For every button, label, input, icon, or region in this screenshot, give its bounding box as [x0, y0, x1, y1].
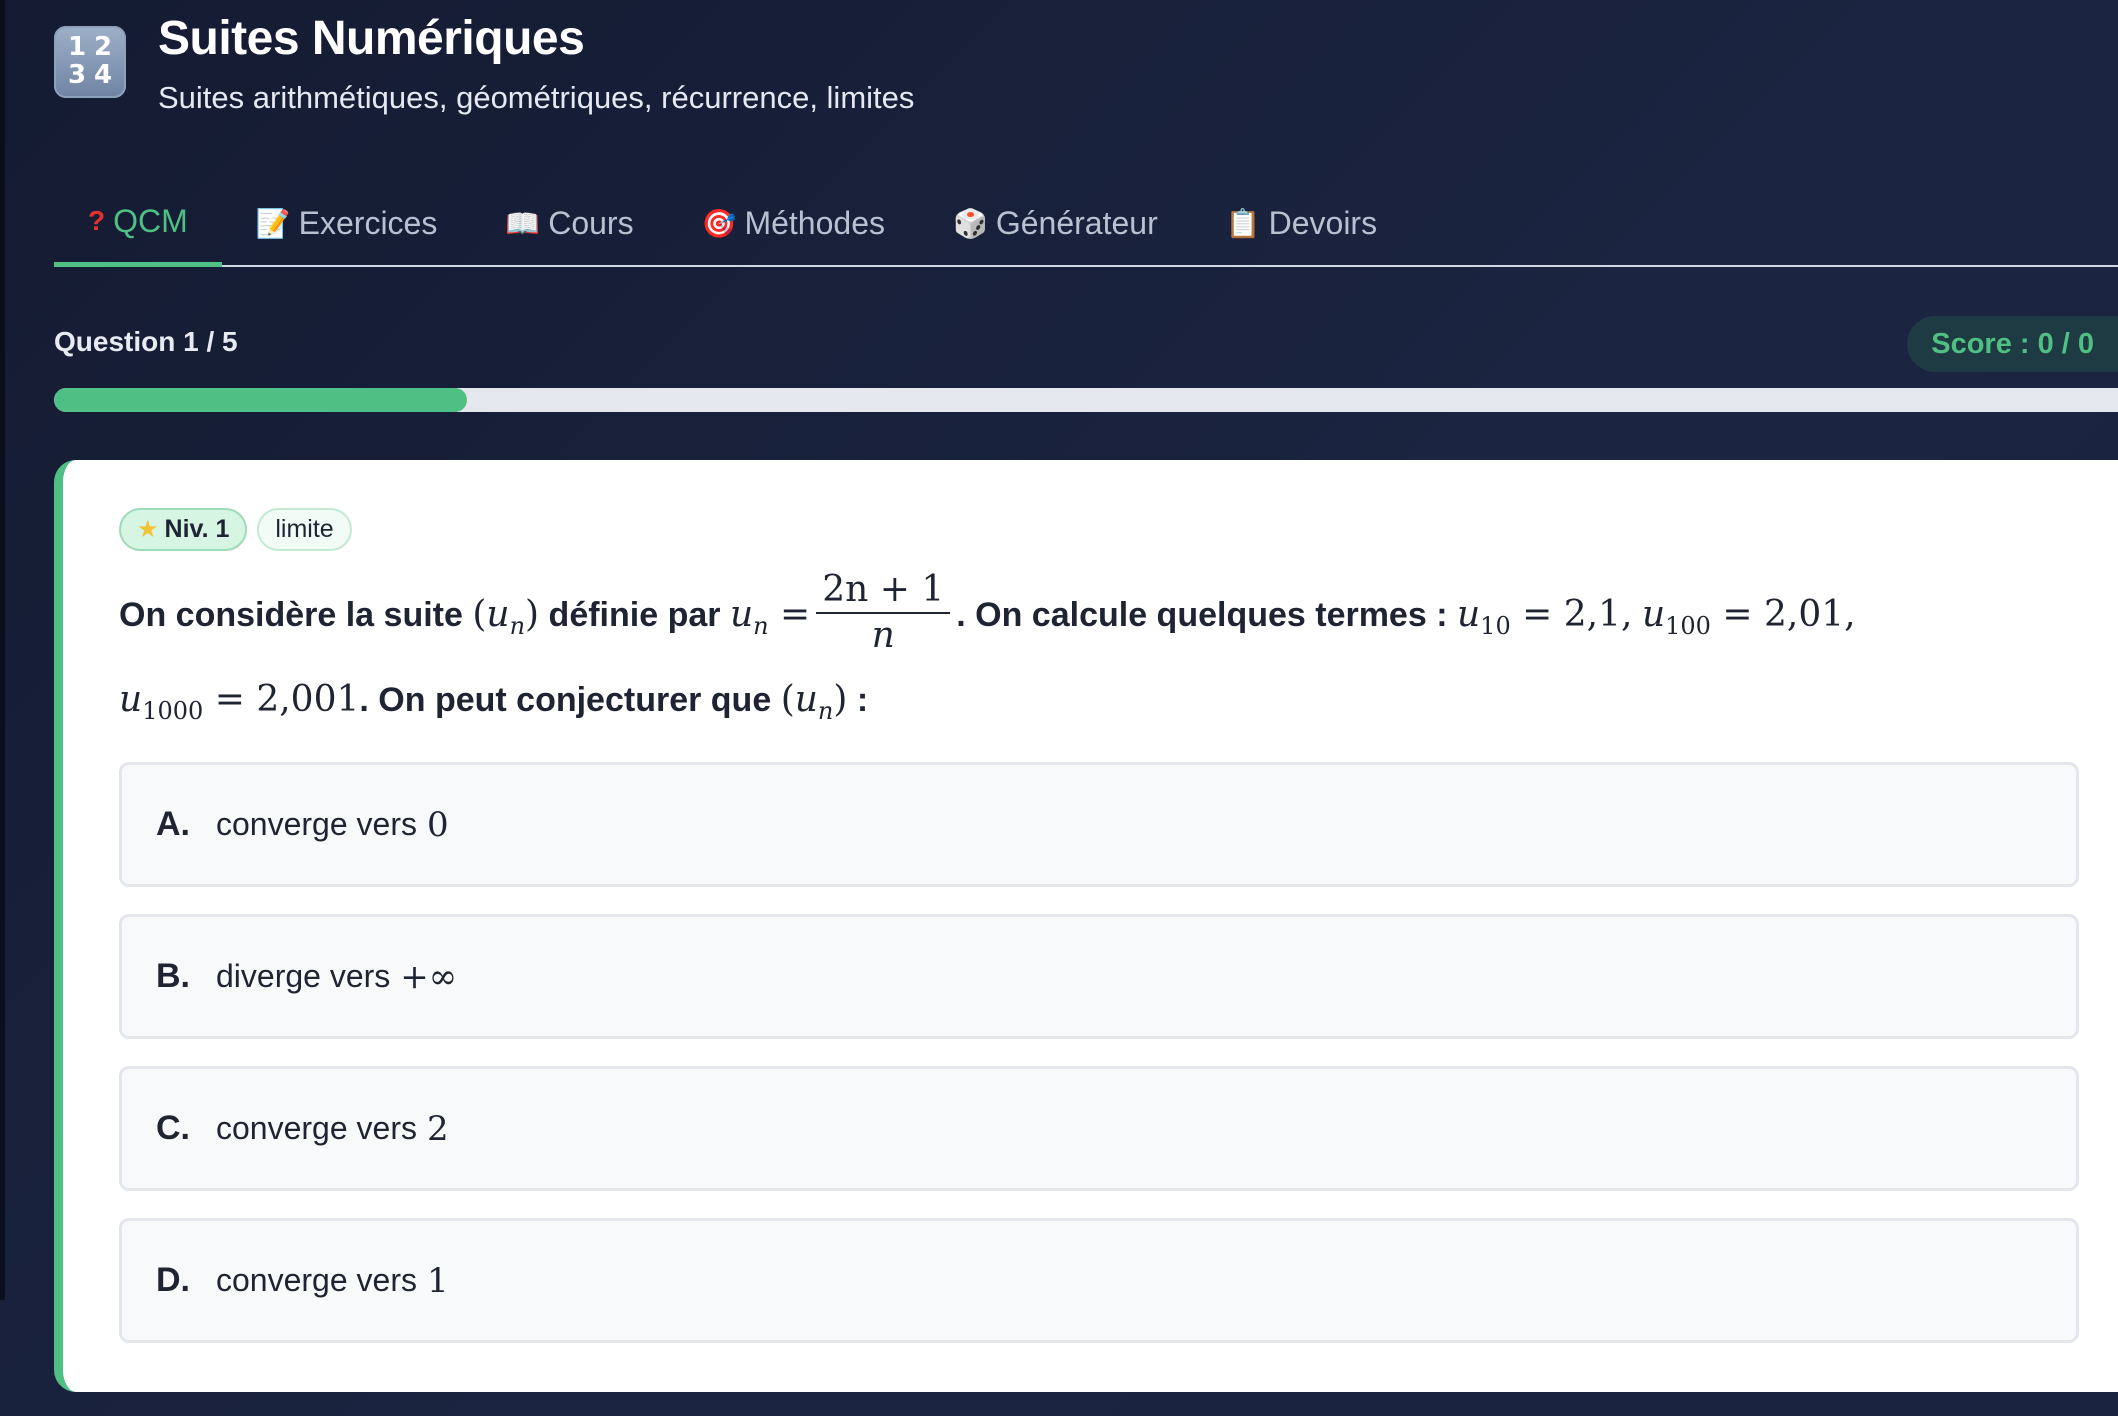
math-sequence: (un) [472, 593, 540, 640]
tab-bar: ? QCM 📝 Exercices 📖 Cours 🎯 Méthodes 🎲 G… [54, 180, 2118, 267]
book-icon: 📖 [505, 208, 541, 239]
score-value: 0 / 0 [2037, 327, 2094, 360]
option-d[interactable]: D. converge vers 1 [119, 1218, 2079, 1343]
option-math: 0 [426, 804, 449, 845]
question-badges: ★ Niv. 1 limite [119, 508, 352, 551]
option-letter: B. [156, 957, 190, 995]
window-edge [0, 0, 5, 1300]
math-u100: u100 = 2,01, [1641, 593, 1856, 640]
level-label: Niv. 1 [164, 515, 230, 543]
icon-digit: 4 [93, 60, 113, 90]
option-letter: D. [156, 1261, 190, 1299]
icon-digit: 3 [67, 60, 87, 90]
numbers-icon: 1 2 3 4 [54, 26, 126, 98]
progress-fill [54, 388, 467, 412]
option-text: diverge vers [216, 958, 391, 994]
option-math: 1 [426, 1260, 449, 1301]
term-value: 2,01 [1764, 593, 1845, 635]
question-text-part: définie par [548, 595, 721, 634]
math-u1000: u1000 = 2,001 [119, 679, 360, 725]
star-icon: ★ [137, 516, 159, 543]
tab-exercices[interactable]: 📝 Exercices [222, 180, 472, 267]
question-text: On considère la suite (un) définie par u… [119, 569, 2079, 738]
option-letter: A. [156, 805, 190, 843]
math-un-equals: un = [729, 593, 811, 640]
tab-label: Générateur [995, 205, 1158, 241]
tab-label: QCM [113, 202, 188, 239]
option-text: converge vers [216, 806, 417, 842]
progress-bar [54, 388, 2118, 412]
term-value: 2,001 [256, 679, 360, 720]
tab-cours[interactable]: 📖 Cours [471, 180, 667, 267]
clipboard-icon: 📋 [1225, 208, 1261, 239]
tab-qcm[interactable]: ? QCM [54, 180, 222, 267]
tab-label: Exercices [298, 205, 438, 241]
option-c[interactable]: C. converge vers 2 [119, 1066, 2079, 1191]
topic-tag: limite [257, 508, 352, 551]
app-titles: Suites Numériques Suites arithmétiques, … [158, 12, 914, 116]
question-text-part: . On calcule quelques termes : [956, 595, 1448, 634]
tab-generateur[interactable]: 🎲 Générateur [919, 180, 1192, 267]
question-mark-icon: ? [88, 205, 106, 236]
option-text: converge vers [216, 1262, 417, 1298]
option-b[interactable]: B. diverge vers +∞ [119, 914, 2079, 1039]
icon-digit: 2 [93, 32, 113, 62]
app-header: 1 2 3 4 Suites Numériques Suites arithmé… [54, 12, 914, 132]
tab-devoirs[interactable]: 📋 Devoirs [1192, 180, 1411, 267]
math-u10: u10 = 2,1, [1456, 593, 1633, 640]
math-sequence: (un) [780, 679, 848, 725]
question-text-part: . On peut conjecturer que [359, 681, 772, 719]
fraction-numerator: 2n + 1 [816, 568, 951, 614]
question-text-part: On considère la suite [119, 595, 463, 634]
question-counter: Question 1 / 5 [54, 326, 238, 357]
math-fraction: 2n + 1n [816, 568, 951, 658]
option-text: converge vers [216, 1110, 417, 1146]
question-text-part: : [847, 681, 869, 719]
subscript: 1000 [142, 697, 204, 725]
term-value: 2,1 [1563, 593, 1622, 635]
option-a[interactable]: A. converge vers 0 [119, 762, 2079, 887]
icon-digit: 1 [67, 32, 87, 62]
memo-icon: 📝 [255, 208, 291, 239]
tab-label: Cours [548, 205, 634, 241]
tab-label: Devoirs [1268, 205, 1378, 241]
tab-methodes[interactable]: 🎯 Méthodes [668, 180, 919, 267]
question-card: ★ Niv. 1 limite On considère la suite (u… [54, 460, 2118, 1392]
subscript: 10 [1480, 611, 1511, 640]
app-title: Suites Numériques [158, 12, 585, 65]
level-badge: ★ Niv. 1 [119, 508, 248, 551]
app-subtitle: Suites arithmétiques, géométriques, récu… [158, 80, 915, 115]
option-letter: C. [156, 1109, 190, 1147]
target-icon: 🎯 [701, 208, 737, 239]
score-label: Score : [1931, 327, 2030, 360]
tab-label: Méthodes [744, 205, 885, 241]
score-badge: Score : 0 / 0 [1907, 316, 2118, 372]
option-math: 2 [426, 1108, 449, 1149]
dice-icon: 🎲 [952, 208, 988, 239]
subscript: 100 [1665, 611, 1711, 640]
fraction-denominator: n [871, 615, 895, 656]
option-math: +∞ [400, 956, 458, 997]
